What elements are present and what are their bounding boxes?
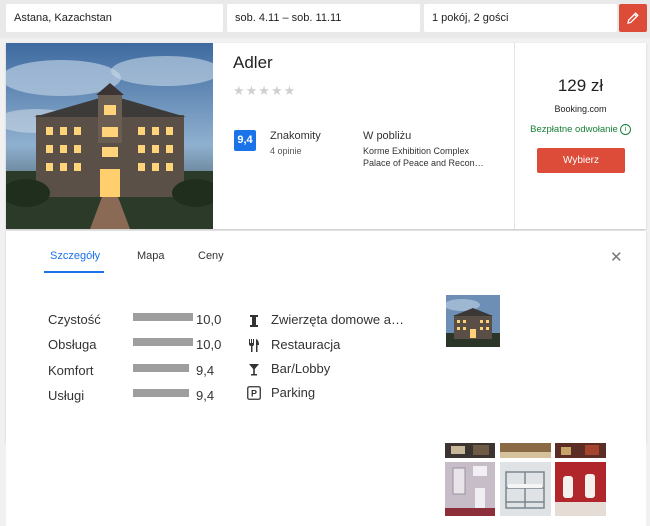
hotel-thumbnail[interactable] [446, 295, 500, 347]
rating-bar [133, 389, 189, 397]
rating-bar [133, 364, 189, 372]
rating-value: 9,4 [196, 388, 215, 403]
star-rating: ★★★★★ [233, 83, 297, 98]
nearby-item: Palace of Peace and Recon… [363, 158, 484, 168]
info-icon[interactable]: i [619, 124, 631, 135]
rating-value: 10,0 [196, 337, 222, 352]
close-icon[interactable]: ✕ [610, 248, 623, 266]
hotel-photo[interactable] [6, 43, 213, 229]
price: 129 zł [557, 76, 604, 95]
pet-icon [246, 313, 262, 329]
rating-label: Komfort [48, 363, 94, 378]
nearby-title: W pobliżu [363, 130, 412, 142]
amenity-label: Zwierzęta domowe a… [271, 312, 404, 327]
parking-icon: P [246, 385, 262, 401]
rating-value: 10,0 [196, 312, 222, 327]
tab-prices[interactable]: Ceny [198, 250, 224, 262]
rating-bar [133, 313, 193, 321]
rating-label: Obsługa [48, 337, 97, 352]
free-cancellation: Bezpłatne odwołanie i [515, 124, 646, 135]
gallery-photo[interactable] [445, 462, 495, 516]
nearby-item: Korme Exhibition Complex [363, 146, 470, 156]
search-bar: Astana, Kazachstan sob. 4.11 – sob. 11.1… [0, 0, 650, 38]
gallery-photo[interactable] [445, 443, 495, 458]
location-field[interactable]: Astana, Kazachstan [6, 4, 223, 32]
rating-label: Usługi [48, 388, 85, 403]
dates-field[interactable]: sob. 4.11 – sob. 11.11 [227, 4, 420, 32]
amenity-label: Bar/Lobby [271, 361, 331, 376]
edit-search-button[interactable] [619, 4, 647, 32]
gallery-photo[interactable] [500, 462, 551, 516]
tab-details[interactable]: Szczegóły [50, 250, 100, 262]
score-label: Znakomity [270, 130, 321, 142]
photo-gallery [6, 443, 646, 526]
select-button[interactable]: Wybierz [537, 148, 625, 173]
review-count[interactable]: 4 opinie [270, 146, 302, 156]
rating-bar [133, 338, 193, 346]
hotel-card[interactable]: Adler ★★★★★ 9,4 Znakomity 4 opinie W pob… [6, 43, 646, 229]
gallery-photo[interactable] [555, 443, 606, 458]
svg-text:P: P [251, 389, 257, 399]
pencil-icon [627, 12, 639, 24]
amenity-label: Parking [271, 385, 316, 400]
cocktail-icon [246, 361, 262, 377]
active-tab-indicator [44, 271, 104, 273]
gallery-photo[interactable] [500, 443, 551, 458]
details-panel: Szczegóły Mapa Ceny ✕ Czystość 10,0 Obsł… [6, 231, 646, 443]
guests-field[interactable]: 1 pokój, 2 gości [424, 4, 617, 32]
provider-name[interactable]: Booking.com [515, 104, 646, 114]
amenity-label: Restauracja [271, 337, 341, 352]
gallery-photo[interactable] [555, 462, 606, 516]
rating-label: Czystość [48, 312, 101, 327]
tab-map[interactable]: Mapa [137, 250, 165, 262]
free-cancellation-label: Bezpłatne odwołanie [530, 124, 618, 136]
rating-value: 9,4 [196, 363, 215, 378]
restaurant-icon [246, 337, 262, 353]
divider [514, 43, 515, 229]
score-badge: 9,4 [234, 130, 256, 151]
hotel-name[interactable]: Adler [233, 53, 273, 73]
